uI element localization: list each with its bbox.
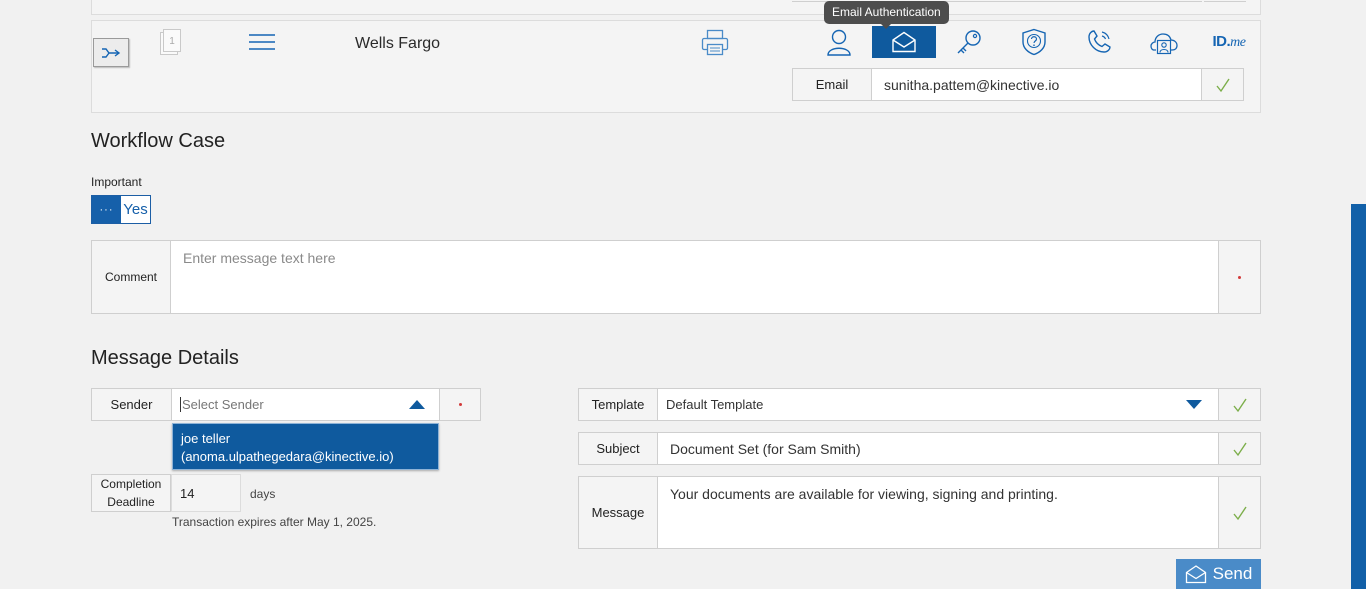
document-count: 1 (169, 36, 175, 47)
comment-required-indicator (1219, 240, 1261, 314)
subject-label: Subject (578, 432, 658, 465)
deadline-label-line1: Completion (100, 477, 162, 491)
comment-input[interactable]: Enter message text here (171, 240, 1219, 314)
check-icon (1232, 506, 1247, 520)
workflow-case-title: Workflow Case (91, 130, 226, 152)
phone-icon (1088, 30, 1111, 53)
subject-check (1219, 432, 1261, 465)
key-icon (957, 30, 981, 54)
email-label: Email (792, 68, 872, 101)
question-auth-button[interactable] (1002, 26, 1066, 58)
exit-button[interactable] (93, 38, 129, 67)
email-authentication-tooltip: Email Authentication (824, 1, 949, 29)
person-icon (827, 29, 851, 56)
required-dot (1238, 275, 1241, 279)
template-row: Template Default Template (578, 388, 1261, 421)
chevron-up-icon[interactable] (409, 400, 425, 409)
print-icon[interactable] (700, 29, 730, 62)
days-label: days (250, 487, 276, 501)
template-label: Template (578, 388, 658, 421)
cloud-auth-button[interactable] (1132, 26, 1196, 58)
important-label: Important (91, 175, 142, 189)
person-auth-button[interactable] (807, 26, 871, 58)
authentication-methods: ID.me (807, 26, 1262, 58)
email-verified-check[interactable] (1202, 68, 1244, 101)
check-icon (1232, 398, 1247, 412)
message-row: Message Your documents are available for… (578, 476, 1261, 549)
sender-option-email: (anoma.ulpathegedara@kinective.io) (181, 449, 394, 464)
vertical-scrollbar[interactable] (1351, 204, 1366, 589)
toggle-value: Yes (123, 201, 148, 218)
bank-name: Wells Fargo (355, 35, 441, 52)
exit-arrow-icon (102, 47, 121, 58)
subject-input[interactable]: Document Set (for Sam Smith) (658, 432, 1219, 465)
completion-deadline-label: Completion Deadline (91, 474, 171, 512)
expiration-note: Transaction expires after May 1, 2025. (172, 515, 377, 529)
message-details-title: Message Details (91, 347, 239, 369)
comment-row: Comment Enter message text here (91, 240, 1261, 314)
sender-select[interactable]: Select Sender (172, 388, 440, 421)
email-icon (1185, 564, 1206, 583)
email-auth-button[interactable] (872, 26, 936, 58)
signer-header-panel: 1 Wells Fargo ID.me Email sunitha.pattem… (91, 20, 1261, 113)
deadline-label-line2: Deadline (107, 495, 155, 509)
toggle-knob: ··· (92, 196, 121, 223)
email-value[interactable]: sunitha.pattem@kinective.io (872, 68, 1202, 101)
email-icon (892, 31, 916, 53)
previous-field-edge (1204, 0, 1246, 2)
sender-option[interactable]: joe teller (anoma.ulpathegedara@kinectiv… (172, 423, 439, 470)
cloud-person-icon (1150, 33, 1178, 55)
shield-question-icon (1022, 28, 1046, 56)
phone-auth-button[interactable] (1067, 26, 1131, 58)
message-check (1219, 476, 1261, 549)
idme-auth-button[interactable]: ID.me (1197, 26, 1261, 58)
sender-label: Sender (91, 388, 172, 421)
sender-required-indicator (440, 388, 481, 421)
template-select[interactable]: Default Template (658, 388, 1219, 421)
deadline-days-input[interactable]: 14 (171, 474, 241, 512)
check-icon (1215, 78, 1230, 92)
key-auth-button[interactable] (937, 26, 1001, 58)
subject-row: Subject Document Set (for Sam Smith) (578, 432, 1261, 465)
text-cursor (180, 397, 181, 412)
send-button[interactable]: Send (1176, 559, 1261, 589)
previous-panel-edge (91, 0, 1261, 15)
template-value: Default Template (666, 397, 764, 412)
idme-icon: ID.me (1212, 33, 1247, 50)
template-check (1219, 388, 1261, 421)
hamburger-menu-icon[interactable] (248, 33, 276, 56)
sender-placeholder: Select Sender (182, 397, 264, 412)
document-icon[interactable]: 1 (159, 29, 183, 62)
comment-label: Comment (91, 240, 171, 314)
message-textarea[interactable]: Your documents are available for viewing… (658, 476, 1219, 549)
message-label: Message (578, 476, 658, 549)
required-dot (458, 403, 462, 406)
email-auth-row: Email sunitha.pattem@kinective.io (792, 68, 1244, 101)
important-toggle[interactable]: ··· Yes (91, 195, 151, 224)
check-icon (1232, 442, 1247, 456)
send-label: Send (1212, 564, 1253, 583)
sender-row: Sender Select Sender (91, 388, 481, 421)
sender-option-name: joe teller (181, 431, 231, 446)
chevron-down-icon (1186, 400, 1202, 409)
